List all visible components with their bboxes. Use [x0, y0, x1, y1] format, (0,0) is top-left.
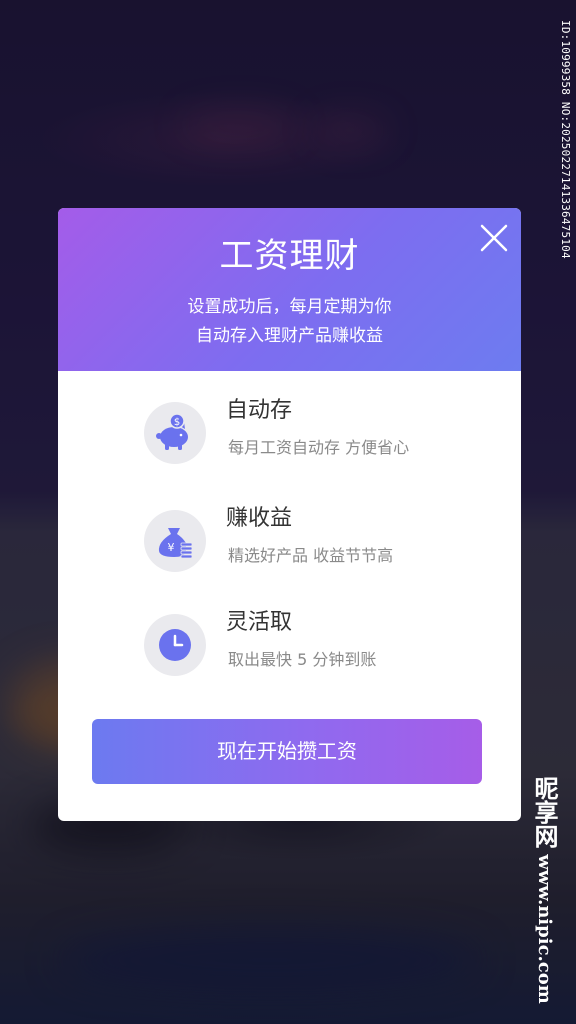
feature-title: 自动存: [226, 398, 293, 423]
dialog-subtitle-line2: 自动存入理财产品赚收益: [196, 326, 383, 346]
dialog-subtitle-line1: 设置成功后，每月定期为你: [187, 297, 392, 317]
piggy-bank-icon-wrap: $: [144, 402, 206, 464]
watermark-site-cn: 昵享网: [530, 776, 559, 849]
svg-text:$: $: [174, 417, 180, 428]
close-icon: [480, 224, 508, 252]
clock-icon-wrap: [144, 614, 206, 676]
dialog-title: 工资理财: [219, 236, 360, 276]
watermark-site-url: www.nipic.com: [534, 854, 555, 1004]
close-button[interactable]: [478, 222, 510, 254]
watermark-id: ID:10999358 NO:20250227141336475104: [559, 20, 572, 259]
money-bag-icon-wrap: ¥: [144, 510, 206, 572]
clock-icon: [159, 629, 191, 661]
feature-title: 赚收益: [226, 506, 293, 531]
feature-title: 灵活取: [226, 610, 293, 635]
feature-auto-save: $ 自动存 每月工资自动存 方便省心: [144, 398, 484, 466]
feature-earn-returns: ¥ 赚收益 精选好产品 收益节节高: [144, 506, 484, 574]
dialog-header: 工资理财 设置成功后，每月定期为你 自动存入理财产品赚收益: [58, 208, 521, 371]
feature-description: 精选好产品 收益节节高: [228, 546, 394, 565]
feature-description: 每月工资自动存 方便省心: [228, 438, 410, 457]
start-saving-button[interactable]: 现在开始攒工资: [92, 719, 482, 784]
feature-description: 取出最快 5 分钟到账: [228, 650, 377, 669]
piggy-bank-icon: $: [156, 413, 188, 450]
svg-text:¥: ¥: [168, 541, 175, 554]
money-bag-icon: ¥: [158, 528, 193, 559]
watermark-site: 昵享网 www.nipic.com: [527, 776, 562, 1004]
feature-flexible-withdraw: 灵活取 取出最快 5 分钟到账: [144, 610, 484, 678]
salary-finance-dialog: 工资理财 设置成功后，每月定期为你 自动存入理财产品赚收益 $ 自动存 每月工资…: [58, 208, 521, 821]
